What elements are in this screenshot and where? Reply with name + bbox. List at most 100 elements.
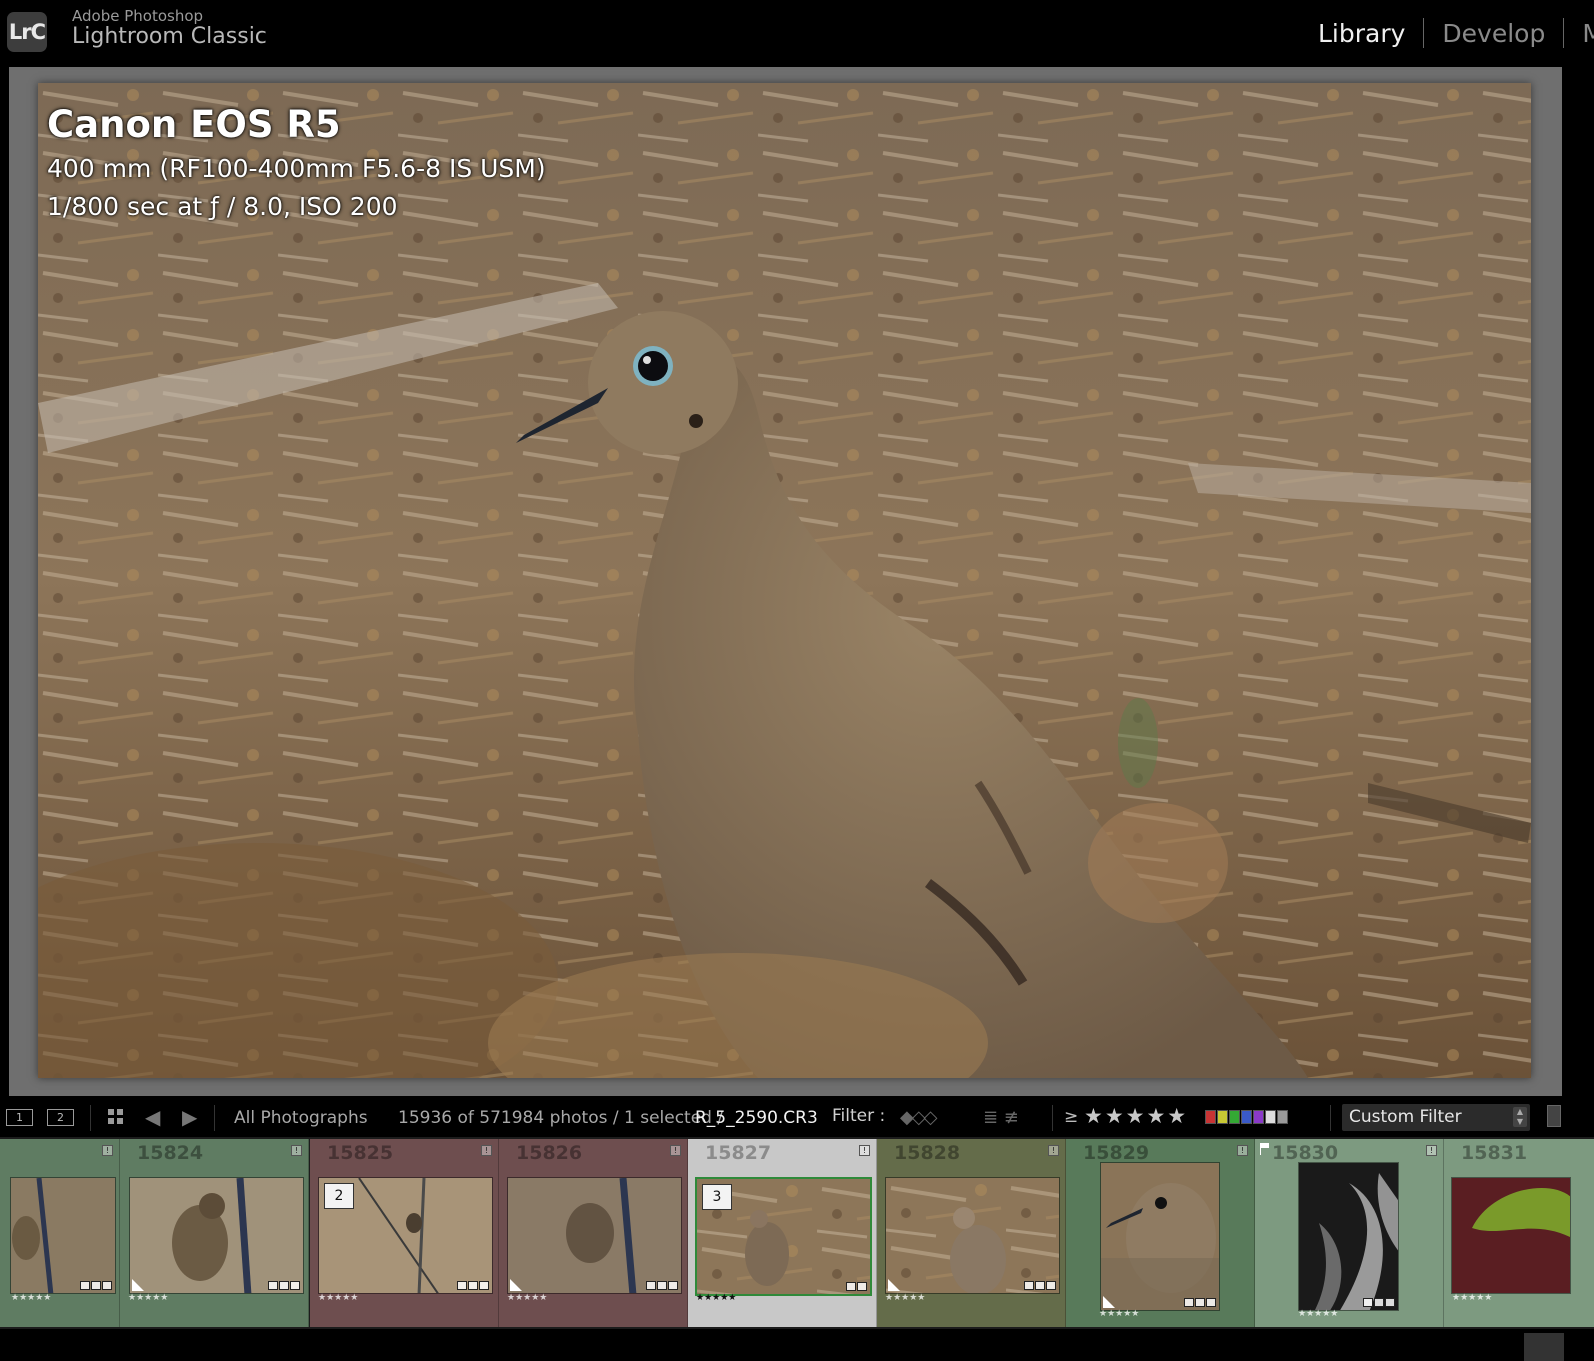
filmstrip-cell[interactable]: 15824 ! ★★★★★ xyxy=(120,1139,309,1327)
info-camera-model: Canon EOS R5 xyxy=(47,103,341,146)
cell-rating: ★★★★★ xyxy=(1452,1293,1493,1303)
secondary-window-button[interactable]: 2 xyxy=(47,1109,74,1126)
color-label-filter xyxy=(1205,1110,1288,1124)
photo-count: 15936 of 571984 photos / 1 selected / xyxy=(398,1108,724,1128)
cell-rating: ★★★★★ xyxy=(507,1293,548,1303)
thumbnail-badges xyxy=(1363,1298,1395,1307)
rating-filter-stars[interactable]: ★★★★★ xyxy=(1084,1104,1188,1128)
module-library[interactable]: Library xyxy=(1300,19,1423,48)
stack-count-badge[interactable]: 3 xyxy=(702,1184,732,1210)
arrow-right-icon[interactable]: ▶ xyxy=(182,1105,197,1129)
color-swatch-custom[interactable] xyxy=(1265,1110,1276,1124)
thumbnail-badges xyxy=(846,1282,867,1291)
cell-index: 15827 xyxy=(705,1142,772,1164)
module-develop[interactable]: Develop xyxy=(1424,19,1563,48)
cell-rating: ★★★★★ xyxy=(128,1293,169,1303)
filmstrip-cell[interactable]: 15831 ★★★★★ xyxy=(1444,1139,1594,1327)
toolbar-divider xyxy=(1052,1105,1053,1131)
module-map[interactable]: M xyxy=(1564,19,1594,48)
filter-preset-dropdown[interactable]: Custom Filter ▲ ▼ xyxy=(1342,1104,1530,1131)
info-overlay: Canon EOS R5 400 mm (RF100-400mm F5.6-8 … xyxy=(47,100,546,226)
filmstrip-scrollbar[interactable] xyxy=(1524,1333,1564,1361)
top-bar: LrC Adobe Photoshop Lightroom Classic Li… xyxy=(0,0,1594,64)
primary-window-button[interactable]: 1 xyxy=(6,1109,33,1126)
thumbnail-badges xyxy=(1024,1281,1056,1290)
thumbnail-badges xyxy=(268,1281,300,1290)
thumbnail-badges xyxy=(80,1281,112,1290)
filmstrip-thumbnail[interactable] xyxy=(1451,1177,1571,1294)
filmstrip-thumbnail[interactable] xyxy=(129,1177,304,1294)
filmstrip-toolbar: 1 2 ◀ ▶ All Photographs 15936 of 571984 … xyxy=(0,1099,1594,1137)
metadata-badge-icon: ! xyxy=(670,1145,681,1156)
color-swatch-none[interactable] xyxy=(1277,1110,1288,1124)
filmstrip-toggle-button[interactable] xyxy=(1547,1105,1561,1127)
toolbar-divider xyxy=(1330,1105,1331,1131)
filter-preset-label: Custom Filter xyxy=(1349,1107,1462,1127)
filmstrip-cell[interactable]: 15825 ! 2 ★★★★★ xyxy=(310,1139,499,1327)
filter-label: Filter : xyxy=(832,1106,886,1126)
metadata-badge-icon: ! xyxy=(859,1145,870,1156)
flag-icon[interactable] xyxy=(1260,1143,1270,1155)
edited-corner-icon xyxy=(510,1279,522,1291)
info-lens: 400 mm (RF100-400mm F5.6-8 IS USM) xyxy=(47,154,546,183)
cell-rating: ★★★★★ xyxy=(1298,1309,1339,1319)
flag-filter-icon[interactable]: ◆◇◇ xyxy=(900,1107,938,1128)
thumbnail-badges xyxy=(646,1281,678,1290)
filmstrip-thumbnail[interactable] xyxy=(885,1177,1060,1294)
cell-index: 15826 xyxy=(516,1142,583,1164)
edit-filter-icon[interactable]: ≣ ≢ xyxy=(983,1107,1019,1128)
brand-vendor: Adobe Photoshop xyxy=(72,7,204,25)
cell-index: 15831 xyxy=(1461,1142,1528,1164)
cell-rating: ★★★★★ xyxy=(11,1293,52,1303)
cell-index: 15828 xyxy=(894,1142,961,1164)
filmstrip-thumbnail[interactable]: 3 xyxy=(695,1177,872,1296)
rating-operator[interactable]: ≥ xyxy=(1064,1107,1078,1127)
main-photo[interactable] xyxy=(38,83,1531,1078)
cell-index: 15829 xyxy=(1083,1142,1150,1164)
filmstrip-thumbnail[interactable] xyxy=(1100,1162,1220,1311)
filmstrip-cell[interactable]: 15828 ! ★★★★★ xyxy=(877,1139,1066,1327)
filmstrip-cell[interactable]: 15830 ! ★★★★★ xyxy=(1255,1139,1444,1327)
thumbnail-badges xyxy=(1184,1298,1216,1307)
filmstrip-thumbnail[interactable]: 2 xyxy=(318,1177,493,1294)
color-swatch-yellow[interactable] xyxy=(1217,1110,1228,1124)
filmstrip-cell-selected[interactable]: 15827 ! 3 ★★★★★ xyxy=(688,1139,877,1327)
metadata-badge-icon: ! xyxy=(291,1145,302,1156)
color-swatch-blue[interactable] xyxy=(1241,1110,1252,1124)
edited-corner-icon xyxy=(132,1279,144,1291)
info-exposure: 1/800 sec at ƒ / 8.0, ISO 200 xyxy=(47,192,398,221)
cell-rating: ★★★★★ xyxy=(1099,1309,1140,1319)
grid-view-icon[interactable] xyxy=(108,1109,124,1125)
toolbar-divider xyxy=(214,1105,215,1131)
filmstrip-source[interactable]: All Photographs xyxy=(234,1108,368,1128)
metadata-badge-icon: ! xyxy=(1048,1145,1059,1156)
filmstrip-thumbnail[interactable] xyxy=(1298,1162,1399,1311)
filmstrip-cell[interactable]: 15826 ! ★★★★★ xyxy=(499,1139,688,1327)
metadata-badge-icon: ! xyxy=(102,1145,113,1156)
metadata-badge-icon: ! xyxy=(1237,1145,1248,1156)
arrow-left-icon[interactable]: ◀ xyxy=(145,1105,160,1129)
cell-index: 15825 xyxy=(327,1142,394,1164)
toolbar-divider xyxy=(90,1105,91,1131)
edited-corner-icon xyxy=(888,1279,900,1291)
cell-index: 15830 xyxy=(1272,1142,1339,1164)
color-swatch-red[interactable] xyxy=(1205,1110,1216,1124)
selected-filename: R_5_2590.CR3 xyxy=(695,1108,818,1128)
metadata-badge-icon: ! xyxy=(1426,1145,1437,1156)
brand-product: Lightroom Classic xyxy=(72,24,267,49)
chevron-updown-icon: ▲ ▼ xyxy=(1513,1107,1527,1127)
metadata-badge-icon: ! xyxy=(481,1145,492,1156)
stack-count-badge[interactable]: 2 xyxy=(324,1183,354,1209)
filmstrip-cell[interactable]: 15829 ! ★★★★★ xyxy=(1066,1139,1255,1327)
module-picker: Library Develop M xyxy=(1300,16,1594,50)
cell-index: 15824 xyxy=(137,1142,204,1164)
color-swatch-purple[interactable] xyxy=(1253,1110,1264,1124)
bottom-strip xyxy=(0,1329,1594,1361)
cell-rating: ★★★★★ xyxy=(885,1293,926,1303)
filmstrip-cell[interactable]: ! ★★★★★ xyxy=(0,1139,120,1327)
color-swatch-green[interactable] xyxy=(1229,1110,1240,1124)
filmstrip-thumbnail[interactable] xyxy=(507,1177,682,1294)
filmstrip-thumbnail[interactable] xyxy=(10,1177,116,1294)
filmstrip[interactable]: ! ★★★★★ 15824 ! ★★★★★ 15825 ! 2 ★★★★★ 15… xyxy=(0,1137,1594,1329)
cell-rating: ★★★★★ xyxy=(318,1293,359,1303)
